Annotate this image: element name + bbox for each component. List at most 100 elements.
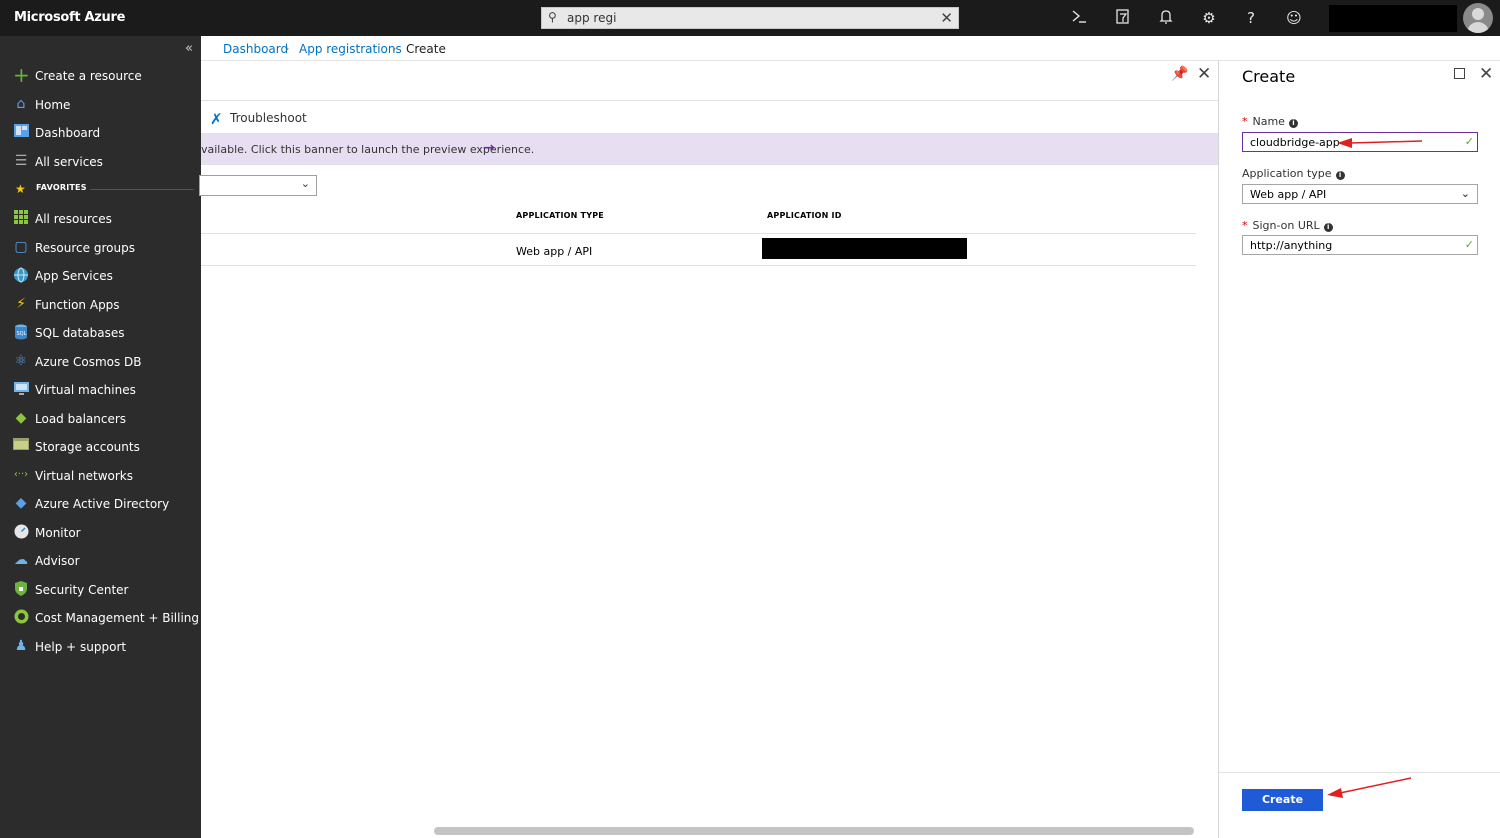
- preview-banner[interactable]: vailable. Click this banner to launch th…: [201, 133, 1218, 165]
- column-header-application-id[interactable]: APPLICATION ID: [767, 211, 842, 220]
- sidebar-item-create-resource[interactable]: + Create a resource: [0, 63, 201, 89]
- sidebar-item-all-services[interactable]: ☰ All services: [0, 149, 201, 175]
- create-panel: Create ✕ * Name i cloudbridge-app ✓ Applic…: [1218, 60, 1500, 838]
- planet-icon: ⚛: [14, 353, 28, 369]
- sidebar-item-label: Virtual machines: [35, 383, 136, 397]
- maximize-icon[interactable]: [1454, 68, 1465, 79]
- directory-filter-icon[interactable]: [1113, 8, 1133, 28]
- cell-application-type: Web app / API: [516, 245, 593, 258]
- chevron-down-icon: ⌄: [1460, 187, 1470, 200]
- name-value: cloudbridge-app: [1250, 136, 1340, 149]
- name-label: * Name i: [1242, 115, 1298, 128]
- name-label-text: Name: [1252, 115, 1285, 128]
- sidebar-item-virtual-machines[interactable]: Virtual machines: [0, 377, 201, 403]
- column-header-application-type[interactable]: APPLICATION TYPE: [516, 211, 604, 220]
- help-icon[interactable]: ?: [1241, 8, 1261, 28]
- sidebar-item-label: All services: [35, 155, 103, 169]
- sidebar-item-cosmos-db[interactable]: ⚛ Azure Cosmos DB: [0, 349, 201, 375]
- list-icon: ☰: [14, 153, 28, 169]
- sidebar-item-monitor[interactable]: Monitor: [0, 520, 201, 546]
- sidebar-item-label: Monitor: [35, 526, 81, 540]
- dashboard-icon: [13, 124, 29, 140]
- avatar[interactable]: [1463, 3, 1493, 33]
- cube-icon: ▢: [14, 239, 28, 255]
- breadcrumb-dashboard[interactable]: Dashboard: [223, 42, 288, 56]
- coin-icon: [13, 609, 29, 625]
- blade-header: 📌 ✕: [201, 61, 1218, 101]
- breadcrumb-create: Create: [406, 42, 446, 56]
- feedback-icon[interactable]: ☺: [1284, 8, 1304, 28]
- checkmark-icon: ✓: [1464, 238, 1474, 251]
- sidebar-item-dashboard[interactable]: Dashboard: [0, 120, 201, 146]
- star-icon: ★: [15, 182, 26, 196]
- sql-icon: SQL: [13, 324, 29, 340]
- sidebar-item-label: Advisor: [35, 554, 80, 568]
- search-icon: ⚲: [548, 10, 557, 24]
- search-input[interactable]: app regi: [567, 11, 616, 25]
- divider: [201, 233, 1196, 234]
- required-marker: *: [1242, 219, 1248, 232]
- sidebar-item-label: Create a resource: [35, 69, 142, 83]
- name-field[interactable]: cloudbridge-app ✓: [1242, 132, 1478, 152]
- close-icon[interactable]: ✕: [1479, 64, 1493, 84]
- sidebar-item-azure-ad[interactable]: ◆ Azure Active Directory: [0, 491, 201, 517]
- settings-icon[interactable]: ⚙: [1199, 8, 1219, 28]
- divider: [90, 189, 194, 190]
- monitor-icon: [13, 381, 29, 397]
- notifications-icon[interactable]: [1156, 8, 1176, 28]
- sidebar-item-label: App Services: [35, 269, 113, 283]
- application-type-label-text: Application type: [1242, 167, 1332, 180]
- sidebar-item-sql-databases[interactable]: SQL SQL databases: [0, 320, 201, 346]
- horizontal-scrollbar[interactable]: [434, 827, 1194, 835]
- sidebar-item-label: Load balancers: [35, 412, 127, 426]
- sidebar-item-load-balancers[interactable]: ◆ Load balancers: [0, 406, 201, 432]
- sidebar-item-label: Virtual networks: [35, 469, 134, 483]
- sidebar-item-cost-management[interactable]: Cost Management + Billing: [0, 605, 201, 631]
- sidebar-item-advisor[interactable]: ☁ Advisor: [0, 548, 201, 574]
- sidebar-item-security-center[interactable]: Security Center: [0, 577, 201, 603]
- sidebar-item-all-resources[interactable]: All resources: [0, 206, 201, 232]
- info-icon[interactable]: i: [1288, 119, 1298, 128]
- cloud-shell-icon[interactable]: [1069, 8, 1089, 28]
- sidebar-item-label: Azure Cosmos DB: [35, 355, 142, 369]
- chevron-right-icon: ›: [285, 42, 290, 55]
- account-name-redacted[interactable]: [1329, 5, 1457, 32]
- filter-dropdown[interactable]: ⌄: [199, 175, 317, 196]
- storage-icon: [13, 438, 29, 454]
- sign-on-url-field[interactable]: http://anything ✓: [1242, 235, 1478, 255]
- favorites-header: ★ FAVORITES: [0, 181, 201, 197]
- application-type-label: Application type i: [1242, 167, 1345, 180]
- sidebar-item-label: Azure Active Directory: [35, 497, 170, 511]
- close-icon[interactable]: ✕: [1197, 64, 1211, 84]
- grid-icon: [13, 210, 29, 226]
- sidebar-item-storage-accounts[interactable]: Storage accounts: [0, 434, 201, 460]
- divider: [1219, 772, 1500, 773]
- sidebar-item-app-services[interactable]: App Services: [0, 263, 201, 289]
- sidebar-item-label: All resources: [35, 212, 112, 226]
- chevron-down-icon: ⌄: [300, 177, 310, 190]
- sign-on-url-label-text: Sign-on URL: [1252, 219, 1320, 232]
- info-icon[interactable]: i: [1335, 171, 1345, 180]
- info-icon[interactable]: i: [1323, 223, 1333, 232]
- sidebar-item-virtual-networks[interactable]: ‹··› Virtual networks: [0, 463, 201, 489]
- globe-icon: [13, 267, 29, 283]
- sidebar-item-home[interactable]: ⌂ Home: [0, 92, 201, 118]
- sidebar-item-function-apps[interactable]: ⚡ Function Apps: [0, 292, 201, 318]
- sidebar-item-help-support[interactable]: ♟ Help + support: [0, 634, 201, 660]
- sidebar-item-label: Security Center: [35, 583, 129, 597]
- sidebar-item-label: Function Apps: [35, 298, 120, 312]
- person-icon: ♟: [14, 638, 28, 654]
- application-type-select[interactable]: Web app / API ⌄: [1242, 184, 1478, 204]
- sidebar-item-resource-groups[interactable]: ▢ Resource groups: [0, 235, 201, 261]
- pin-icon[interactable]: 📌: [1171, 66, 1188, 82]
- collapse-sidebar-icon[interactable]: «: [185, 41, 193, 56]
- sign-on-url-label: * Sign-on URL i: [1242, 219, 1333, 232]
- breadcrumb-app-registrations[interactable]: App registrations: [299, 42, 402, 56]
- gauge-icon: [13, 524, 29, 540]
- create-button[interactable]: Create: [1242, 789, 1323, 811]
- brand-title[interactable]: Microsoft Azure: [14, 10, 125, 25]
- sidebar: « + Create a resource ⌂ Home Dashboard ☰…: [0, 36, 201, 838]
- clear-search-icon[interactable]: ✕: [940, 9, 953, 27]
- shield-icon: [13, 581, 29, 597]
- global-search[interactable]: ⚲ app regi ✕: [541, 7, 959, 29]
